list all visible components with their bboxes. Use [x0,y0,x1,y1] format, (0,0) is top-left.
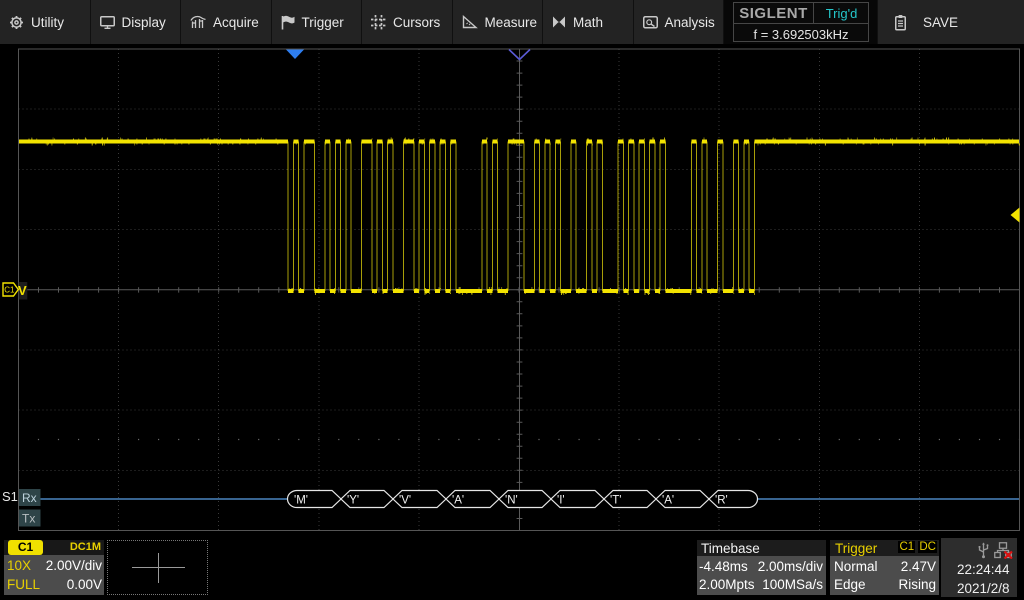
svg-text:'A': 'A' [452,495,464,507]
svg-text:'Y': 'Y' [347,495,359,507]
svg-text:C1: C1 [4,286,15,295]
svg-text:'I': 'I' [557,495,565,507]
svg-text:Tx: Tx [22,512,35,526]
svg-text:'R': 'R' [715,495,728,507]
svg-text:'T': 'T' [610,495,621,507]
svg-text:V: V [18,283,27,298]
svg-text:'A': 'A' [662,495,674,507]
svg-text:'N': 'N' [505,495,518,507]
svg-text:Rx: Rx [22,491,37,505]
svg-text:'M': 'M' [294,495,308,507]
svg-text:'V': 'V' [399,495,411,507]
svg-text:S1: S1 [2,489,18,504]
